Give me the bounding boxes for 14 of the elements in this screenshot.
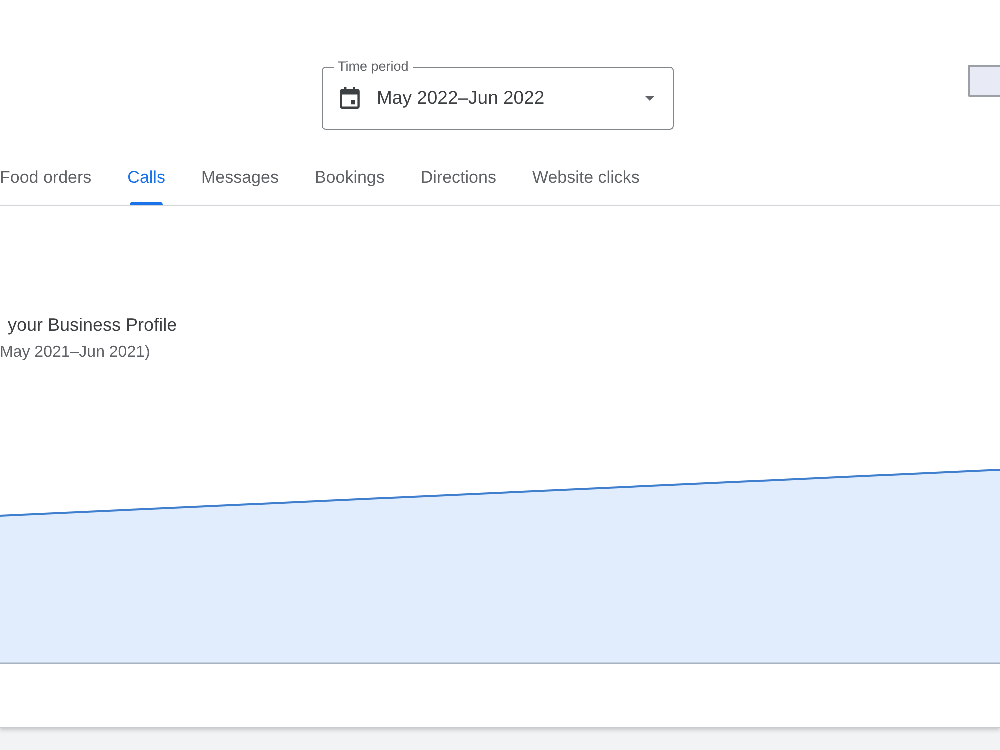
- tab[interactable]: Website clicks: [514, 150, 658, 205]
- tab[interactable]: Food orders: [0, 150, 110, 205]
- time-period-dropdown[interactable]: Time period May 2022–Jun 2022: [322, 58, 674, 130]
- dropdown-caret-icon: [645, 96, 655, 100]
- time-period-label: Time period: [337, 58, 410, 76]
- tab[interactable]: Directions: [402, 150, 514, 205]
- chart-caption: your Business Profile: [8, 314, 178, 337]
- partial-button[interactable]: [968, 65, 1000, 97]
- calendar-icon: [340, 87, 360, 109]
- time-period-value: May 2022–Jun 2022: [377, 86, 545, 110]
- tab[interactable]: Messages: [183, 150, 297, 205]
- tab[interactable]: Bookings: [296, 150, 403, 205]
- tab[interactable]: Calls: [110, 150, 184, 205]
- comparison-period: May 2021–Jun 2021): [0, 343, 150, 363]
